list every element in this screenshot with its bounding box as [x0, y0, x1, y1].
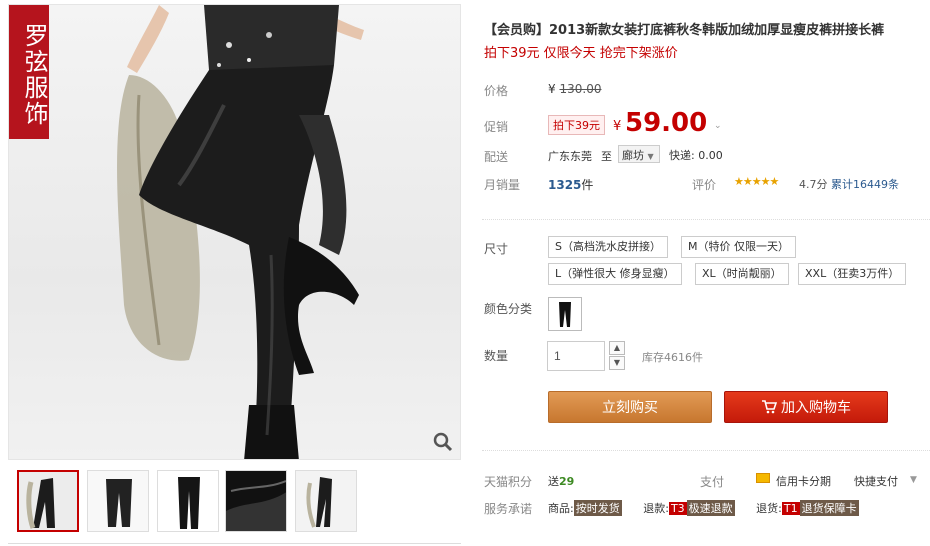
monthly-sales-unit: 件 — [581, 178, 594, 192]
thumbnail-strip — [8, 462, 461, 546]
quick-pay[interactable]: 快捷支付 — [854, 473, 898, 489]
on-time-delivery-badge[interactable]: 按时发货 — [573, 500, 622, 516]
monthly-sales-count: 1325 — [548, 178, 582, 192]
color-swatch-black[interactable] — [548, 297, 582, 331]
shipping-origin: 广东东莞 — [548, 150, 592, 163]
shipping-to-word: 至 — [601, 150, 612, 163]
thumbnail-5[interactable] — [295, 470, 357, 532]
size-option-xxl[interactable]: XXL（狂卖3万件） — [798, 263, 907, 285]
refund-label: 退款: — [643, 502, 669, 515]
thumbnail-2[interactable] — [87, 470, 149, 532]
product-photo — [117, 5, 364, 459]
destination-select[interactable]: 廊坊 ▼ — [618, 145, 660, 163]
divider — [482, 450, 930, 451]
rating-score: 4.7分 — [799, 178, 828, 191]
quantity-decrease-icon[interactable]: ▼ — [609, 356, 625, 370]
original-price: ¥ 130.00 — [548, 82, 601, 96]
review-total-link[interactable]: 累计16449条 — [831, 176, 899, 192]
original-price-value: 130.00 — [559, 82, 602, 96]
monthly-sales-label: 月销量 — [484, 178, 521, 192]
express-fee: 快递: 0.00 — [669, 149, 723, 162]
points-prefix: 送 — [548, 475, 559, 488]
destination-chevron-down-icon: ▼ — [647, 152, 654, 161]
shipping-label: 配送 — [484, 150, 509, 164]
monthly-sales: 1325件 — [548, 176, 593, 193]
add-to-cart-label: 加入购物车 — [781, 400, 851, 416]
product-title: 【会员购】2013新款女装打底裤秋冬韩版加绒加厚显瘦皮裤拼接长裤 — [484, 23, 885, 38]
return-guarantee-badge[interactable]: 退货保障卡 — [799, 500, 859, 516]
service-promises: 商品: 按时发货 退款: T3 极速退款 退货: T1 退货保障卡 — [548, 500, 859, 516]
size-option-xl[interactable]: XL（时尚靓丽） — [695, 263, 789, 285]
fast-refund-badge[interactable]: 极速退款 — [686, 500, 735, 516]
credit-card-icon — [756, 473, 770, 483]
price-chevron-down-icon[interactable]: ⌄ — [714, 121, 722, 131]
rating-stars-icon: ★★★★★ — [734, 175, 779, 188]
thumbnail-4[interactable] — [225, 470, 287, 532]
credit-installment[interactable]: 信用卡分期 — [776, 473, 831, 489]
promo-tag: 拍下39元 — [548, 115, 605, 135]
product-subtitle: 拍下39元 仅限今天 抢完下架涨价 — [484, 46, 678, 61]
destination-value: 廊坊 — [622, 149, 644, 162]
promo-label: 促销 — [484, 120, 509, 134]
rating-label: 评价 — [692, 178, 717, 192]
divider — [482, 219, 930, 220]
size-option-m[interactable]: M（特价 仅限一天） — [681, 236, 796, 258]
thumbnail-3[interactable] — [157, 470, 219, 532]
brand-seal-logo: 罗弦服饰 — [9, 5, 49, 139]
quantity-label: 数量 — [484, 349, 509, 363]
payment-label: 支付 — [700, 475, 725, 489]
quantity-increase-icon[interactable]: ▲ — [609, 341, 625, 355]
size-option-s[interactable]: S（高档洗水皮拼接） — [548, 236, 668, 258]
yen-symbol: ¥ — [548, 82, 556, 96]
gallery-divider — [8, 543, 461, 544]
return-label: 退货: — [756, 502, 782, 515]
add-to-cart-button[interactable]: 加入购物车 — [724, 391, 888, 423]
product-info-panel: 【会员购】2013新款女装打底裤秋冬韩版加绒加厚显瘦皮裤拼接长裤 拍下39元 仅… — [472, 0, 930, 546]
price-label: 价格 — [484, 84, 509, 98]
size-option-l[interactable]: L（弹性很大 修身显瘦） — [548, 263, 682, 285]
quantity-input[interactable] — [547, 341, 605, 371]
zoom-magnifier-icon[interactable] — [432, 431, 454, 453]
points-number: 29 — [559, 475, 575, 488]
color-label: 颜色分类 — [484, 302, 533, 316]
thumbnail-1[interactable] — [17, 470, 79, 532]
cart-icon — [762, 400, 778, 414]
service-promise-label: 服务承诺 — [484, 502, 533, 516]
size-label: 尺寸 — [484, 242, 509, 256]
yen-symbol-big: ¥ — [613, 119, 622, 134]
refund-t3-tag: T3 — [668, 502, 687, 515]
goods-label: 商品: — [548, 502, 574, 515]
current-price: 59.00 — [625, 108, 708, 138]
main-product-image[interactable]: 罗弦服饰 — [8, 4, 461, 460]
points-value: 送29 — [548, 473, 574, 489]
stock-count: 库存4616件 — [642, 351, 703, 364]
buy-now-button[interactable]: 立刻购买 — [548, 391, 712, 423]
payment-chevron-down-icon[interactable]: ▼ — [910, 475, 917, 485]
points-label: 天猫积分 — [484, 475, 533, 489]
return-t1-tag: T1 — [781, 502, 800, 515]
